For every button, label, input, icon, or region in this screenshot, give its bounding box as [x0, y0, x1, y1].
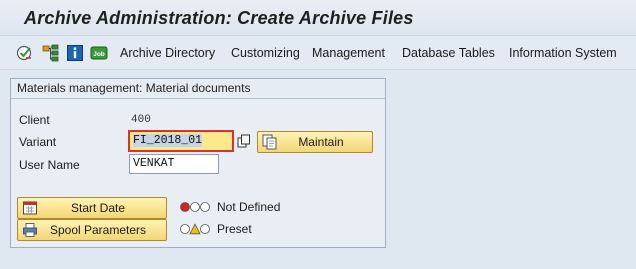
- maintain-label: Maintain: [298, 135, 344, 149]
- username-input[interactable]: VENKAT: [129, 154, 219, 174]
- hierarchy-icon[interactable]: [42, 44, 60, 62]
- traffic-light-red-icon: [179, 200, 211, 214]
- application-toolbar: Job Archive Directory Customizing Manage…: [0, 36, 636, 70]
- job-icon-text: Job: [93, 51, 105, 58]
- archive-object-group: Materials management: Material documents…: [10, 78, 386, 248]
- info-icon[interactable]: [66, 44, 84, 62]
- variant-input[interactable]: FI_2018_01: [128, 130, 234, 152]
- start-date-status-text: Not Defined: [217, 200, 281, 214]
- title-bar: Archive Administration: Create Archive F…: [0, 0, 636, 36]
- page-title: Archive Administration: Create Archive F…: [24, 8, 414, 28]
- menu-management[interactable]: Management: [312, 46, 385, 60]
- start-date-label: Start Date: [70, 201, 126, 215]
- work-area: Materials management: Material documents…: [0, 70, 636, 269]
- menu-archive-directory[interactable]: Archive Directory: [120, 46, 215, 60]
- variant-value: FI_2018_01: [133, 134, 203, 147]
- spool-parameters-button[interactable]: Spool Parameters: [17, 219, 167, 241]
- menu-database-tables[interactable]: Database Tables: [402, 46, 495, 60]
- maintain-variant-icon: [262, 134, 278, 150]
- client-value: 400: [131, 114, 151, 126]
- start-date-status: Not Defined: [179, 200, 280, 214]
- printer-icon: [22, 222, 38, 238]
- maintain-button[interactable]: Maintain: [257, 131, 373, 153]
- execute-check-icon[interactable]: [16, 44, 34, 62]
- start-date-button[interactable]: Start Date: [17, 197, 167, 219]
- spool-status: Preset: [179, 222, 252, 236]
- username-label: User Name: [19, 158, 80, 172]
- menu-customizing[interactable]: Customizing: [231, 46, 300, 60]
- spool-status-text: Preset: [217, 222, 252, 236]
- spool-parameters-label: Spool Parameters: [49, 223, 147, 237]
- client-label: Client: [19, 113, 50, 127]
- copy-variant-icon[interactable]: [237, 134, 251, 148]
- menu-information-system[interactable]: Information System: [509, 46, 617, 60]
- traffic-light-yellow-icon: [179, 222, 211, 236]
- variant-label: Variant: [19, 135, 57, 149]
- calendar-icon: [22, 200, 38, 216]
- job-icon[interactable]: Job: [90, 44, 108, 62]
- group-title: Materials management: Material documents: [11, 79, 385, 99]
